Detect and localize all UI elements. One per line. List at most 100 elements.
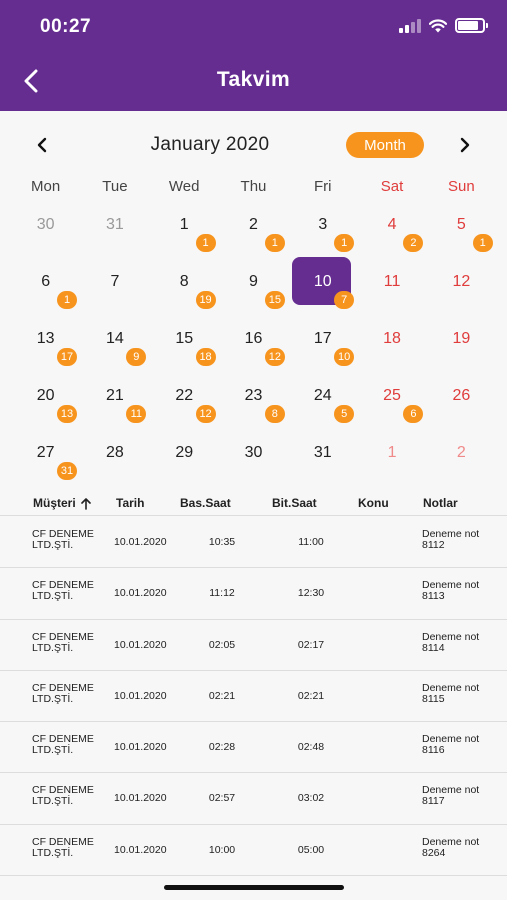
calendar-day[interactable]: 30 — [219, 428, 288, 485]
status-icons — [399, 18, 488, 33]
calendar-day[interactable]: 42 — [357, 200, 426, 257]
day-number: 5 — [456, 216, 466, 233]
cell-customer: CF DENEME LTD.ŞTİ. — [32, 529, 112, 551]
cell-notes: Deneme not 8264 — [422, 836, 502, 859]
calendar-day[interactable]: 11 — [150, 200, 219, 257]
customer-line: LTD.ŞTİ. — [32, 692, 74, 705]
calendar-day[interactable]: 14 9 — [80, 314, 149, 371]
calendar-day-selected[interactable]: 10 7 — [288, 257, 357, 314]
calendar-day[interactable]: 19 — [427, 314, 496, 371]
calendar-day[interactable]: 9 15 — [219, 257, 288, 314]
cell-start-time: 02:21 — [208, 689, 236, 702]
calendar-day[interactable]: 29 — [150, 428, 219, 485]
table-row[interactable]: CF DENEME LTD.ŞTİ. 10.01.2020 10:35 11:00 Den… — [0, 517, 507, 569]
weekday-header: Mon Tue Wed Thu Fri Sat Sun — [11, 178, 496, 195]
cell-customer: CF DENEME LTD.ŞTİ. — [32, 836, 112, 859]
view-mode-button[interactable]: Month — [346, 132, 424, 158]
notes-line: 8264 — [422, 846, 446, 859]
calendar-day[interactable]: 7 — [80, 257, 149, 314]
cell-customer: CF DENEME LTD.ŞTİ. — [32, 734, 112, 756]
cell-end-time: 03:02 — [297, 792, 325, 805]
month-title: January 2020 — [150, 134, 270, 155]
calendar-day[interactable]: 12 — [427, 257, 496, 314]
calendar-day[interactable]: 17 10 — [288, 314, 357, 371]
cell-customer: CF DENEME LTD.ŞTİ. — [32, 785, 112, 807]
table-row[interactable]: CF DENEME LTD.ŞTİ. 10.01.2020 11:12 12:30 Den… — [0, 568, 507, 620]
previous-month-button[interactable] — [29, 132, 55, 158]
table-row[interactable]: CF DENEME LTD.ŞTİ. 10.01.2020 02:05 02:17 Den… — [0, 620, 507, 671]
table-row[interactable]: CF DENEME LTD.ŞTİ. 10.01.2020 10:00 05:00 Den… — [0, 825, 507, 877]
day-number: 29 — [175, 444, 194, 461]
calendar-grid: 30 31 1 1 2 1 3 1 4 2 5 1 6 1 7 8 19 9 15 10 7 11 12 13 17 14 9 15 1… — [11, 200, 496, 485]
calendar-day[interactable]: 31 — [288, 200, 357, 257]
column-header-notes[interactable]: Notlar — [423, 496, 458, 510]
day-number: 1 — [387, 444, 397, 461]
day-number: 7 — [110, 273, 120, 290]
column-header-date[interactable]: Tarih — [116, 496, 144, 510]
page-title: Takvim — [216, 68, 291, 91]
table-row[interactable]: CF DENEME LTD.ŞTİ. 10.01.2020 02:28 02:48 Den… — [0, 722, 507, 774]
calendar-day[interactable]: 16 12 — [219, 314, 288, 371]
wifi-icon — [429, 18, 447, 32]
calendar-day[interactable]: 11 — [357, 257, 426, 314]
cell-notes: Deneme not 8116 — [422, 734, 502, 756]
next-month-button[interactable] — [452, 132, 478, 158]
calendar-day[interactable]: 25 6 — [357, 371, 426, 428]
cell-end-time: 05:00 — [297, 843, 325, 856]
day-number: 14 — [106, 330, 124, 347]
calendar-day[interactable]: 21 — [219, 200, 288, 257]
weekday-label: Fri — [314, 178, 332, 195]
cell-date: 10.01.2020 — [114, 843, 167, 856]
event-count-badge: 15 — [264, 291, 285, 309]
cell-end-time: 02:17 — [297, 638, 325, 651]
status-time: 00:27 — [40, 16, 92, 37]
calendar-day[interactable]: 31 — [80, 200, 149, 257]
column-header-end[interactable]: Bit.Saat — [272, 496, 317, 510]
calendar-day[interactable]: 24 5 — [288, 371, 357, 428]
calendar-day[interactable]: 1 — [357, 428, 426, 485]
table-row[interactable]: CF DENEME LTD.ŞTİ. 10.01.2020 02:21 02:21 Den… — [0, 671, 507, 723]
day-number: 6 — [41, 273, 51, 290]
calendar-day[interactable]: 8 19 — [150, 257, 219, 314]
calendar-day[interactable]: 20 13 — [11, 371, 80, 428]
day-number: 4 — [387, 216, 397, 233]
day-number: 15 — [175, 330, 194, 347]
calendar-day[interactable]: 21 11 — [80, 371, 149, 428]
event-count-badge: 13 — [57, 405, 77, 423]
home-indicator — [164, 885, 344, 890]
column-header-start[interactable]: Bas.Saat — [180, 496, 231, 510]
day-number: 10 — [313, 273, 332, 290]
calendar-day[interactable]: 2 — [427, 428, 496, 485]
calendar-day[interactable]: 13 17 — [11, 314, 80, 371]
calendar-week-row: 13 17 14 9 15 18 16 12 17 10 18 19 — [11, 314, 496, 371]
column-header-customer[interactable]: Müşteri — [33, 496, 92, 510]
day-number: 17 — [313, 330, 332, 347]
calendar-day[interactable]: 61 — [11, 257, 80, 314]
cellular-signal-icon — [399, 18, 421, 33]
column-header-subject[interactable]: Konu — [358, 496, 389, 510]
cell-start-time: 02:05 — [208, 638, 236, 651]
event-count-badge: 1 — [57, 291, 77, 309]
app-header: 00:27 Takvim — [0, 0, 507, 111]
calendar-day[interactable]: 30 — [11, 200, 80, 257]
calendar-day[interactable]: 22 12 — [150, 371, 219, 428]
event-count-badge: 31 — [57, 462, 77, 480]
cell-customer: CF DENEME LTD.ŞTİ. — [32, 631, 112, 654]
day-number: 25 — [383, 387, 401, 404]
calendar-day[interactable]: 51 — [427, 200, 496, 257]
calendar-day[interactable]: 26 — [427, 371, 496, 428]
calendar-day[interactable]: 27 31 — [11, 428, 80, 485]
calendar-day[interactable]: 23 8 — [219, 371, 288, 428]
cell-notes: Deneme not 8112 — [422, 529, 502, 551]
cell-notes: Deneme not 8114 — [422, 631, 502, 654]
event-count-badge: 18 — [195, 348, 216, 366]
cell-start-time: 10:00 — [208, 843, 236, 856]
calendar-day[interactable]: 28 — [80, 428, 149, 485]
calendar-day[interactable]: 15 18 — [150, 314, 219, 371]
calendar-day[interactable]: 18 — [357, 314, 426, 371]
table-row[interactable]: CF DENEME LTD.ŞTİ. 10.01.2020 02:57 03:02 Den… — [0, 773, 507, 825]
weekday-label: Sun — [447, 178, 475, 195]
calendar-day[interactable]: 31 — [288, 428, 357, 485]
day-number: 3 — [318, 216, 328, 233]
calendar-week-row: 27 31 28 29 30 31 1 2 — [11, 428, 496, 485]
